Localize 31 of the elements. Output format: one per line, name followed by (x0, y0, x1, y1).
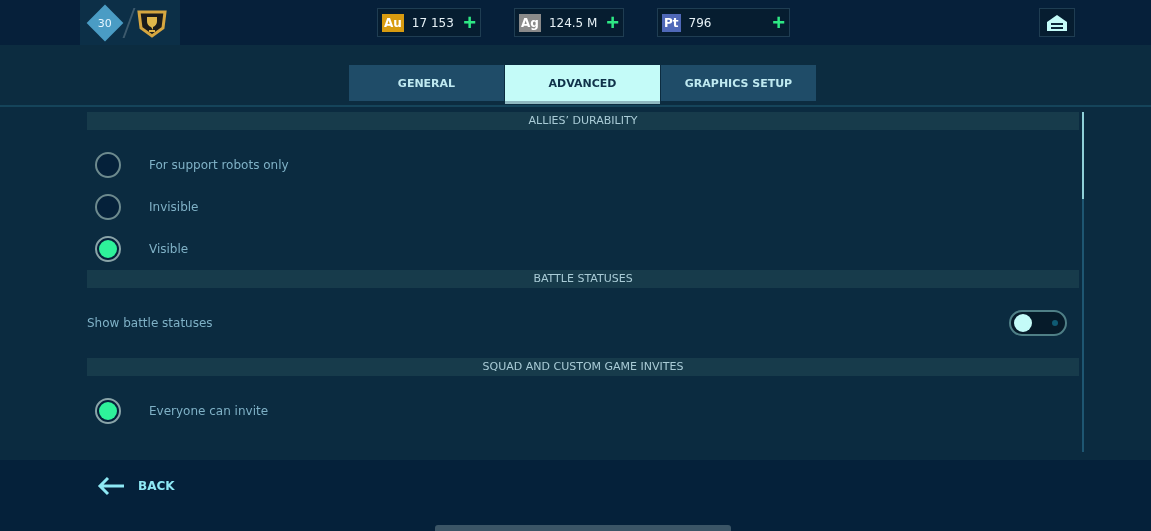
scrollbar-thumb[interactable] (1082, 112, 1084, 199)
add-button[interactable]: + (463, 11, 476, 34)
option-label: For support robots only (149, 158, 289, 172)
currency-symbol: Pt (662, 13, 681, 32)
level-badge: 30 (86, 4, 124, 41)
currency-amount: 124.5 M (548, 15, 599, 30)
option-label: Visible (149, 242, 189, 256)
currency-amount: 796 (688, 15, 713, 30)
tab[interactable]: GRAPHICS SETUP (661, 65, 816, 101)
garage-button[interactable] (1039, 8, 1075, 37)
radio-button[interactable] (95, 398, 121, 424)
back-arrow-icon (96, 475, 126, 497)
section-header: SQUAD AND CUSTOM GAME INVITES (87, 358, 1079, 376)
radio-button[interactable] (95, 194, 121, 220)
currency-symbol: Au (382, 13, 404, 32)
radio-button[interactable] (95, 236, 121, 262)
add-button[interactable]: + (772, 11, 785, 34)
section-header: BATTLE STATUSES (87, 270, 1079, 288)
currency-symbol: Ag (519, 13, 541, 32)
option-label: Invisible (149, 200, 199, 214)
tab[interactable]: GENERAL (349, 65, 504, 101)
setting-label: Show battle statuses (87, 316, 213, 330)
tab[interactable]: ADVANCED (505, 65, 660, 101)
garage-icon (1046, 13, 1068, 32)
section-header: ALLIES’ DURABILITY (87, 112, 1079, 130)
radio-button[interactable] (95, 152, 121, 178)
add-button[interactable]: + (606, 11, 619, 34)
currency-amount: 17 153 (411, 15, 455, 30)
back-button[interactable]: BACK (96, 475, 175, 497)
option-label: Everyone can invite (149, 404, 269, 418)
toggle-switch[interactable] (1009, 310, 1067, 336)
